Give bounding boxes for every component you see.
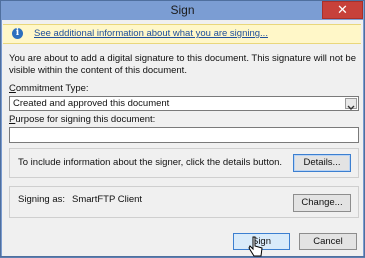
purpose-label-rest: urpose for signing this document:	[15, 114, 156, 125]
details-instructions: To include information about the signer,…	[18, 157, 283, 168]
signing-as-group: Signing as: SmartFTP Client Change...	[9, 186, 359, 218]
commitment-type-value: Created and approved this document	[13, 98, 170, 109]
dialog-body: i See additional information about what …	[2, 20, 363, 256]
intro-text: You are about to add a digital signature…	[9, 53, 356, 76]
purpose-input[interactable]	[9, 127, 359, 143]
purpose-label: Purpose for signing this document:	[9, 114, 155, 125]
window-title: Sign	[170, 3, 195, 17]
additional-info-link[interactable]: See additional information about what yo…	[34, 28, 268, 39]
signing-as-label: Signing as:	[18, 194, 66, 205]
close-icon: ✕	[337, 2, 348, 17]
chevron-down-icon	[347, 105, 355, 110]
mouse-pointer-icon	[248, 236, 263, 257]
sign-dialog: Sign ✕ i See additional information abou…	[0, 0, 365, 257]
dropdown-arrow-button[interactable]	[345, 98, 357, 110]
commitment-type-label-accesskey: C	[9, 83, 16, 94]
close-button[interactable]: ✕	[322, 1, 363, 19]
details-group: To include information about the signer,…	[9, 148, 359, 178]
details-button[interactable]: Details...	[293, 154, 351, 172]
cancel-button[interactable]: Cancel	[299, 233, 357, 250]
info-icon: i	[12, 28, 23, 39]
commitment-type-label: Commitment Type:	[9, 83, 89, 94]
title-bar[interactable]: Sign ✕	[1, 1, 364, 20]
commitment-type-select[interactable]: Created and approved this document	[9, 96, 359, 111]
change-button[interactable]: Change...	[293, 194, 351, 212]
signer-name: SmartFTP Client	[72, 194, 143, 205]
commitment-type-label-rest: ommitment Type:	[15, 83, 89, 94]
info-bar: i See additional information about what …	[3, 24, 361, 44]
